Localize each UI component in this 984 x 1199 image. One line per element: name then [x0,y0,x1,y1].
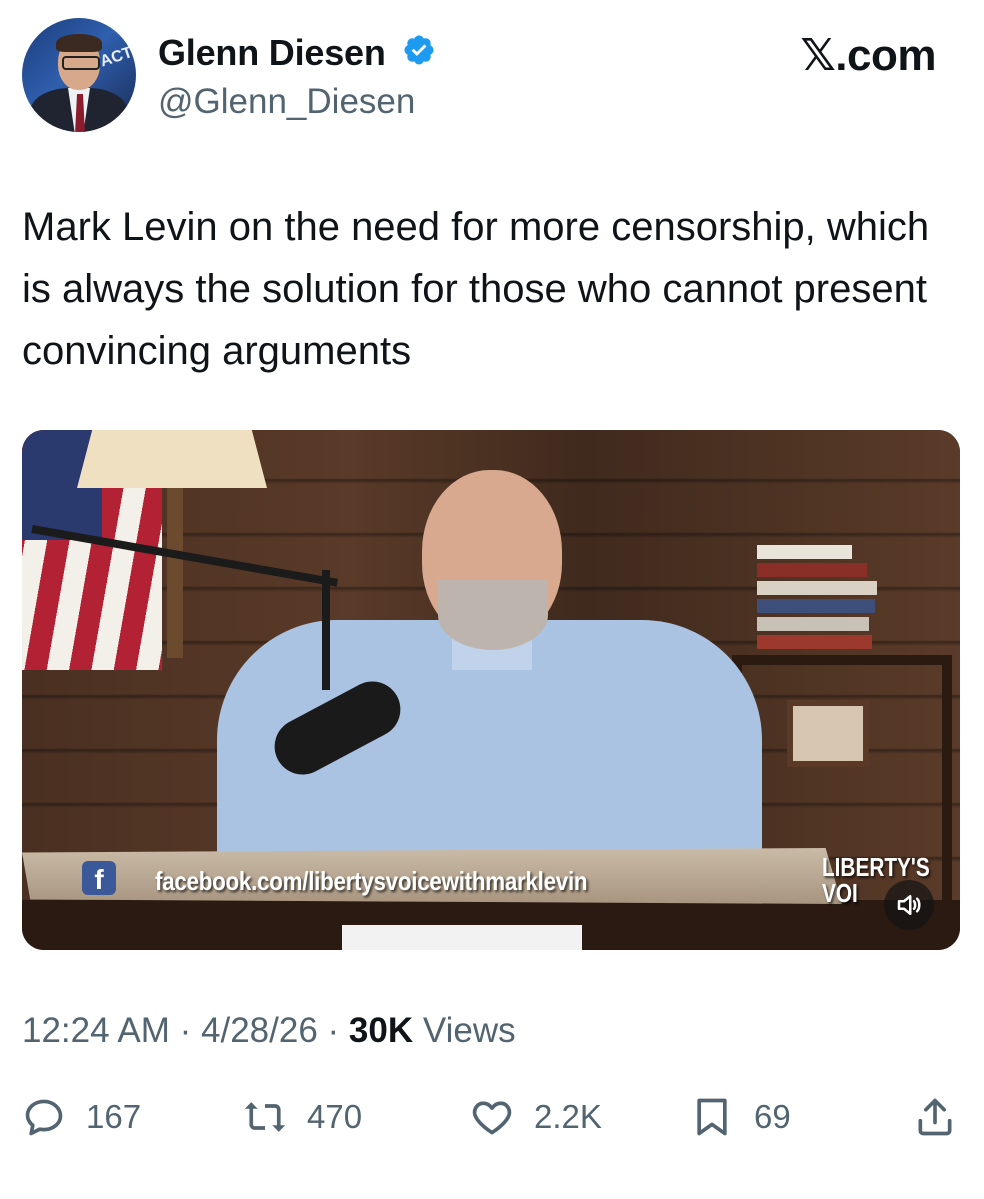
desk-paper [342,925,582,950]
author-avatar[interactable]: ACTI [22,18,136,132]
tweet-date[interactable]: 4/28/26 [201,1011,318,1050]
action-bar: 167 470 2.2K 69 [0,1090,984,1150]
share-icon [918,1098,952,1136]
reply-count: 167 [86,1098,142,1135]
meta-separator: · [327,1011,340,1050]
like-count: 2.2K [534,1098,602,1135]
speaker-icon [897,895,921,915]
repost-icon [244,1102,286,1132]
brand-logo: 𝕏.com [800,31,936,80]
video-player[interactable]: f facebook.com/libertysvoicewithmarklevi… [22,430,960,950]
avatar-backdrop-text: ACTI [98,42,136,71]
host-beard [438,580,548,650]
facebook-icon: f [82,861,116,895]
bookmark-icon [697,1098,727,1136]
tweet-time[interactable]: 12:24 AM [22,1011,170,1050]
mic-stand [322,570,330,690]
tweet-text: Mark Levin on the need for more censorsh… [22,205,930,373]
avatar-hair [56,34,102,52]
picture-frame [787,700,869,767]
avatar-glasses [62,56,100,70]
heart-icon [472,1101,512,1135]
repost-button[interactable]: 470 [243,1090,362,1144]
meta-separator: · [179,1011,192,1050]
views-label: Views [422,1011,516,1050]
repost-count: 470 [307,1098,363,1135]
bookmark-button[interactable]: 69 [690,1090,791,1144]
reply-icon [25,1099,63,1136]
reply-button[interactable]: 167 [22,1090,141,1144]
like-button[interactable]: 2.2K [470,1090,602,1144]
author-handle[interactable]: @Glenn_Diesen [158,82,415,122]
banner-url-text: facebook.com/libertysvoicewithmarklevin [155,866,588,896]
book-stack [757,545,882,655]
tweet-meta: 12:24 AM · 4/28/26 · 30K Views [22,1011,516,1051]
lamp-shade [77,430,267,488]
bookmark-count: 69 [754,1098,791,1135]
lamp-pole [167,488,183,658]
verified-badge-icon [404,35,434,65]
sound-toggle-button[interactable] [884,880,934,930]
views-count: 30K [348,1011,414,1050]
author-name[interactable]: Glenn Diesen [158,32,386,74]
show-logo-line1: LIBERTY'S [822,852,930,882]
share-button[interactable] [913,1090,977,1144]
